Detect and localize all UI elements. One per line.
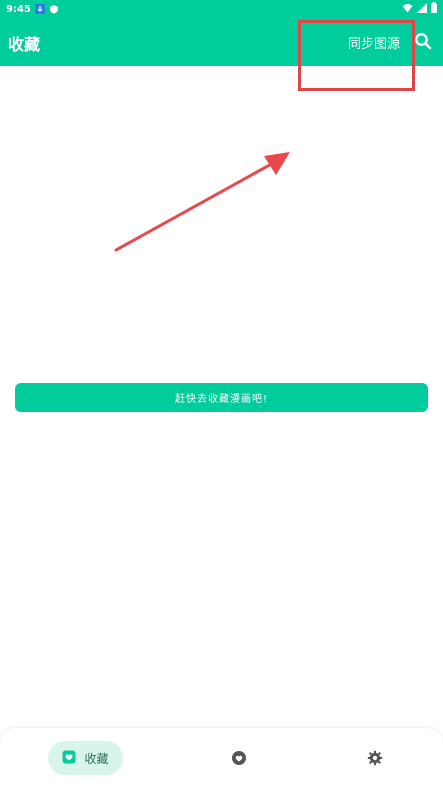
favorites-box-icon: [62, 749, 76, 768]
signal-icon: [417, 2, 427, 16]
nav-item-label: 收藏: [84, 751, 109, 766]
annotation-arrow: [114, 152, 290, 252]
status-right: [402, 2, 437, 16]
status-time: 9:45: [6, 3, 31, 15]
wifi-icon: [402, 3, 413, 16]
status-left: 9:45: [6, 4, 59, 15]
download-icon: [34, 4, 45, 14]
nav-item-favorites[interactable]: 收藏: [48, 741, 123, 775]
status-bar: 9:45: [0, 0, 443, 18]
bottom-nav: 收藏: [0, 728, 443, 788]
shield-icon: [49, 4, 59, 14]
search-icon[interactable]: [414, 32, 432, 50]
page-title: 收藏: [8, 35, 41, 54]
settings-gear-icon[interactable]: [367, 750, 383, 766]
battery-icon: [431, 2, 437, 16]
go-collect-comics-button[interactable]: 赶快去收藏漫画吧!: [15, 383, 428, 412]
annotation-highlight-box: [298, 20, 415, 91]
heart-icon[interactable]: [231, 750, 247, 766]
